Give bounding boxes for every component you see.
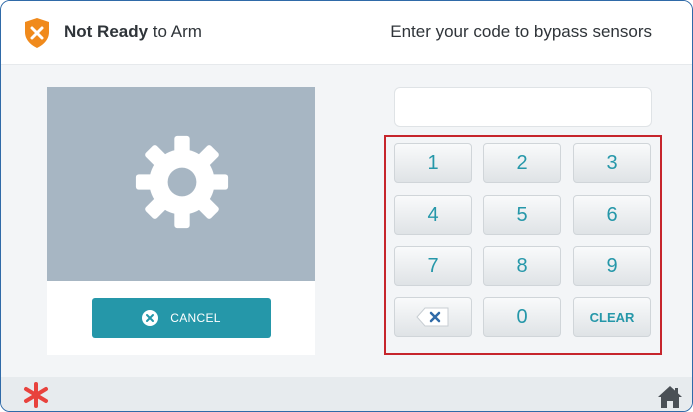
camera-placeholder [47, 87, 315, 281]
keypad: 1 2 3 4 5 6 7 8 9 0 CLEAR [384, 135, 662, 355]
key-8[interactable]: 8 [483, 246, 561, 286]
key-9[interactable]: 9 [573, 246, 651, 286]
code-input[interactable] [394, 87, 652, 127]
gear-icon [135, 135, 229, 229]
cancel-label: CANCEL [170, 311, 221, 325]
key-7[interactable]: 7 [394, 246, 472, 286]
home-icon[interactable] [657, 385, 683, 409]
backspace-button[interactable] [394, 297, 472, 337]
backspace-icon [416, 307, 449, 327]
screen: Not Ready to Arm Enter your code to bypa… [0, 0, 693, 412]
key-2[interactable]: 2 [483, 143, 561, 183]
left-panel: CANCEL [47, 87, 315, 355]
key-6[interactable]: 6 [573, 195, 651, 235]
key-1[interactable]: 1 [394, 143, 472, 183]
close-circle-icon [142, 310, 159, 326]
asterisk-icon[interactable] [23, 382, 49, 408]
instruction-text: Enter your code to bypass sensors [390, 22, 652, 41]
key-3[interactable]: 3 [573, 143, 651, 183]
clear-button[interactable]: CLEAR [573, 297, 651, 337]
header: Not Ready to Arm Enter your code to bypa… [1, 1, 692, 65]
shield-x-icon [25, 18, 49, 48]
key-0[interactable]: 0 [483, 297, 561, 337]
cancel-button[interactable]: CANCEL [92, 298, 271, 338]
arm-status: Not Ready to Arm [64, 22, 202, 42]
status-rest: to Arm [148, 22, 202, 41]
key-4[interactable]: 4 [394, 195, 472, 235]
key-5[interactable]: 5 [483, 195, 561, 235]
footer [1, 377, 692, 411]
status-strong: Not Ready [64, 22, 149, 41]
